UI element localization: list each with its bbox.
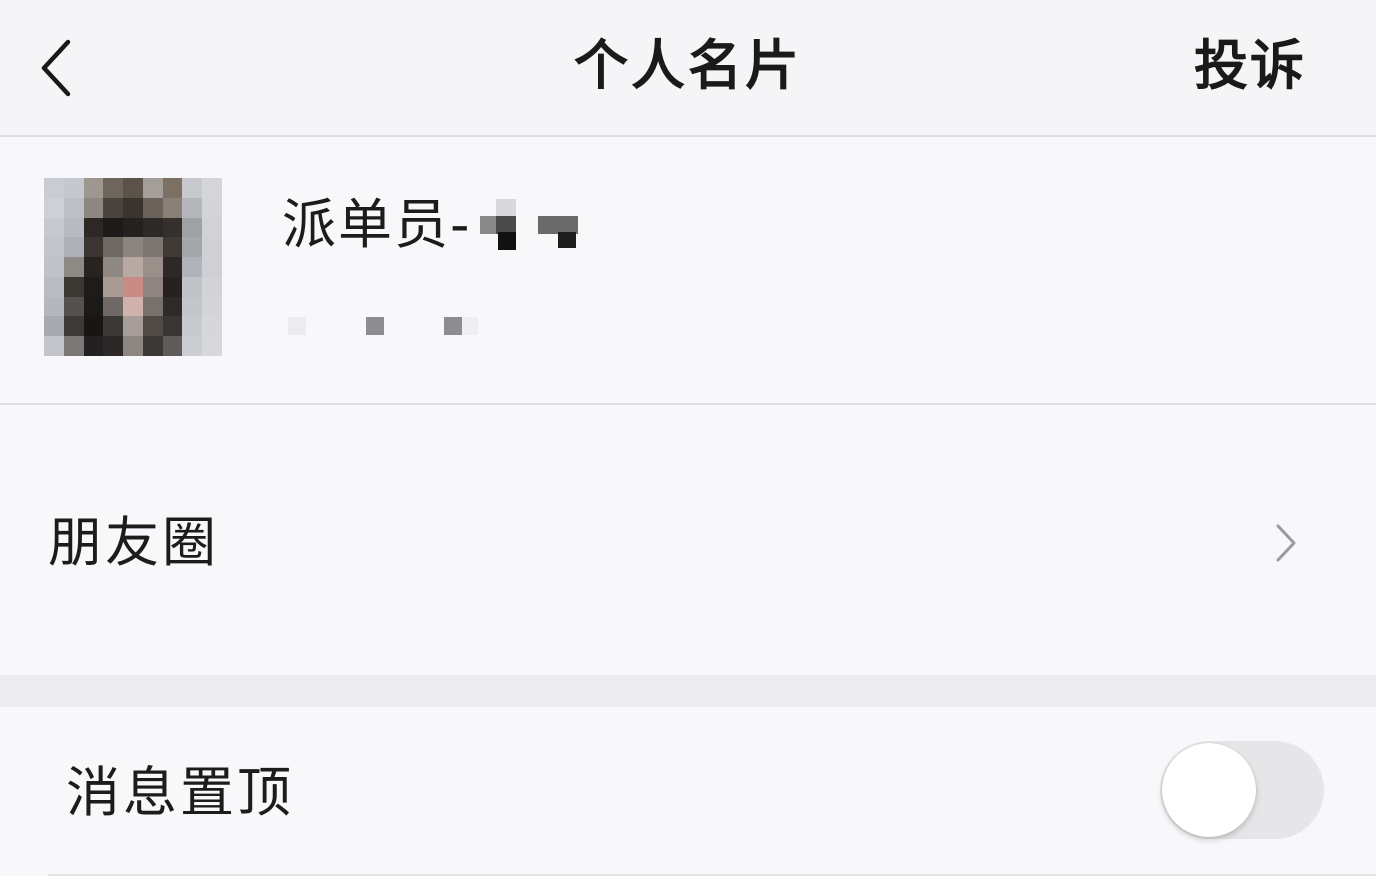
avatar-pixel xyxy=(44,336,64,356)
avatar-pixel xyxy=(63,217,84,238)
avatar-pixel xyxy=(142,336,163,356)
avatar-pixel xyxy=(103,257,124,277)
avatar-pixel xyxy=(202,276,222,297)
avatar-pixel xyxy=(202,237,222,258)
avatar-pixel xyxy=(63,316,84,337)
avatar-pixel xyxy=(142,276,163,297)
avatar-pixel xyxy=(202,217,222,238)
personal-card-page: 个人名片 投诉 派单员- 朋友圈 消息置顶 xyxy=(0,0,1376,876)
avatar-pixel xyxy=(182,178,203,198)
avatar-pixel xyxy=(202,197,222,218)
page-title: 个人名片 xyxy=(574,34,802,97)
pin-chat-label: 消息置顶 xyxy=(66,761,294,824)
avatar-pixel xyxy=(44,316,64,337)
avatar-pixel xyxy=(162,276,183,297)
avatar-pixel xyxy=(103,197,124,218)
avatar-pixel xyxy=(103,336,124,356)
avatar-pixel xyxy=(44,276,64,297)
avatar-pixel xyxy=(83,217,104,238)
avatar-pixel xyxy=(202,336,222,356)
avatar-pixel xyxy=(103,316,124,337)
nickname: 派单员- xyxy=(282,193,472,256)
navigation-bar: 个人名片 投诉 xyxy=(0,0,1376,137)
avatar-pixel xyxy=(162,237,183,258)
avatar-pixel xyxy=(83,178,104,198)
nickname-row: 派单员- xyxy=(282,187,590,263)
avatar-pixel xyxy=(162,336,183,356)
avatar-pixel xyxy=(182,276,203,297)
profile-header: 派单员- xyxy=(0,137,1376,405)
avatar-pixel xyxy=(162,257,183,277)
avatar-pixel xyxy=(123,257,143,277)
avatar-pixel xyxy=(142,296,163,317)
avatar-pixel xyxy=(83,257,104,277)
avatar-pixel xyxy=(44,237,64,258)
avatar-pixel xyxy=(123,178,143,198)
avatar-pixel xyxy=(142,178,163,198)
avatar-pixel xyxy=(103,217,124,238)
complain-button[interactable]: 投诉 xyxy=(1194,28,1306,104)
avatar[interactable] xyxy=(44,178,222,356)
avatar-pixel xyxy=(44,217,64,238)
avatar-pixel xyxy=(182,217,203,238)
avatar-pixel xyxy=(182,336,203,356)
avatar-pixel xyxy=(202,257,222,277)
avatar-pixel xyxy=(142,237,163,258)
avatar-pixel xyxy=(142,217,163,238)
avatar-pixel xyxy=(63,237,84,258)
avatar-pixel xyxy=(162,197,183,218)
avatar-pixel xyxy=(202,316,222,337)
avatar-pixel xyxy=(83,316,104,337)
toggle-knob xyxy=(1162,743,1256,837)
avatar-pixel xyxy=(63,296,84,317)
avatar-pixel xyxy=(83,296,104,317)
avatar-pixel xyxy=(182,316,203,337)
user-id-redacted xyxy=(282,307,502,347)
avatar-pixel xyxy=(182,257,203,277)
avatar-pixel xyxy=(83,276,104,297)
avatar-pixel xyxy=(142,197,163,218)
avatar-pixel xyxy=(123,197,143,218)
avatar-pixel xyxy=(162,296,183,317)
pin-chat-toggle[interactable] xyxy=(1160,741,1324,839)
avatar-pixel xyxy=(83,197,104,218)
avatar-pixel xyxy=(162,217,183,238)
avatar-pixel xyxy=(182,296,203,317)
avatar-pixel xyxy=(83,336,104,356)
avatar-pixel xyxy=(142,257,163,277)
avatar-pixel xyxy=(202,178,222,198)
avatar-pixel xyxy=(103,178,124,198)
avatar-pixel xyxy=(63,336,84,356)
avatar-pixel xyxy=(162,316,183,337)
pin-chat-row: 消息置顶 xyxy=(0,707,1376,876)
avatar-pixel xyxy=(63,276,84,297)
avatar-pixel xyxy=(103,237,124,258)
chevron-right-icon xyxy=(1276,524,1296,562)
avatar-pixel xyxy=(63,257,84,277)
avatar-pixel xyxy=(182,197,203,218)
avatar-pixel xyxy=(123,296,143,317)
avatar-pixel xyxy=(162,178,183,198)
avatar-pixel xyxy=(103,296,124,317)
avatar-pixel xyxy=(123,336,143,356)
avatar-pixel xyxy=(44,257,64,277)
avatar-pixel xyxy=(182,237,203,258)
avatar-pixel xyxy=(123,316,143,337)
avatar-pixel xyxy=(123,276,143,297)
avatar-pixel xyxy=(142,316,163,337)
avatar-pixel xyxy=(63,178,84,198)
section-separator xyxy=(0,675,1376,707)
avatar-pixel xyxy=(123,237,143,258)
avatar-pixel xyxy=(63,197,84,218)
avatar-pixel xyxy=(103,276,124,297)
avatar-pixel xyxy=(202,296,222,317)
avatar-pixel xyxy=(83,237,104,258)
avatar-pixel xyxy=(44,197,64,218)
avatar-pixel xyxy=(44,178,64,198)
moments-row[interactable]: 朋友圈 xyxy=(0,405,1376,675)
moments-label: 朋友圈 xyxy=(48,511,219,574)
nickname-redacted-mosaic xyxy=(479,187,590,263)
avatar-pixel xyxy=(44,296,64,317)
avatar-pixel xyxy=(123,217,143,238)
